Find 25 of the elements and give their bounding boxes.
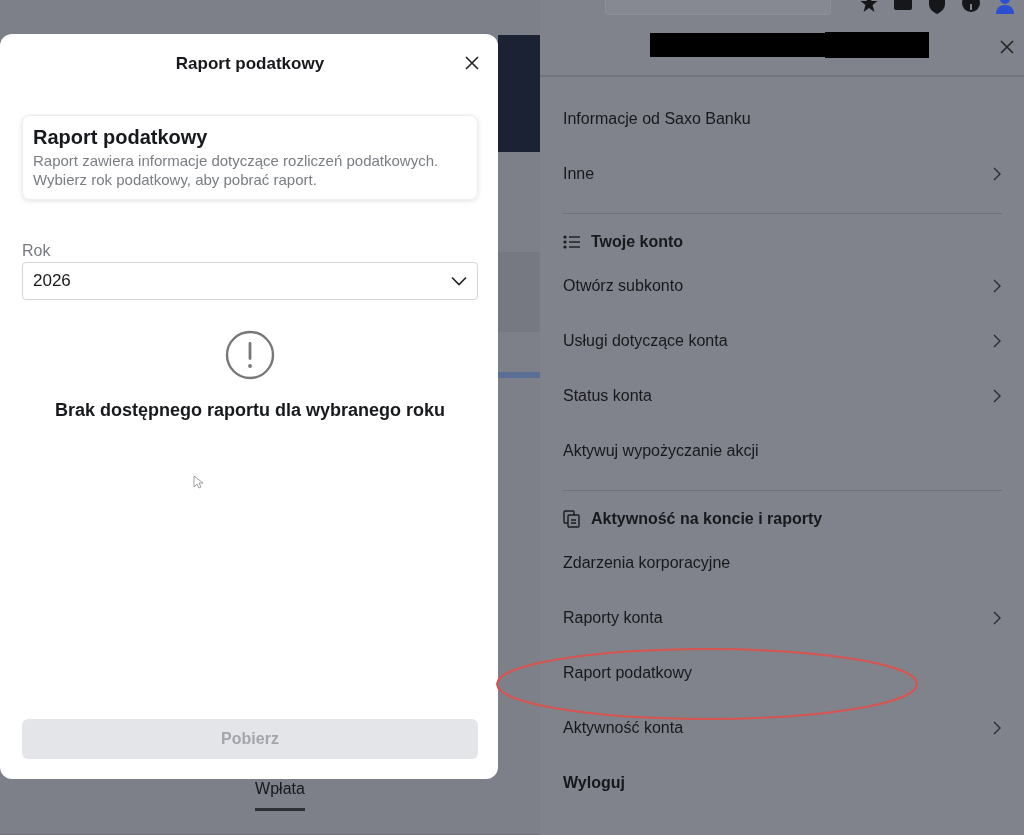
empty-message: Brak dostępnego raportu dla wybranego roku <box>53 400 447 421</box>
menu-item[interactable]: Status konta <box>563 386 652 405</box>
section-heading: Aktywność na koncie i raporty <box>591 510 823 528</box>
year-dropdown[interactable]: 2026 <box>22 262 478 300</box>
menu-item[interactable]: Raporty konta <box>563 608 663 627</box>
close-icon[interactable] <box>464 55 480 71</box>
menu-item[interactable]: Raport podatkowy <box>563 663 692 682</box>
info-text: Raport zawiera informacje dotyczące rozliczeń podatkowych. Wybierz rok podatkowy, aby pobrać raport. <box>33 151 440 189</box>
menu-item[interactable]: Informacje od Saxo Banku <box>563 109 751 128</box>
dialog-title: Raport podatkowy <box>175 54 325 74</box>
list-icon <box>563 233 581 251</box>
menu-item[interactable]: Aktywność konta <box>563 718 684 737</box>
documents-icon <box>563 510 581 528</box>
menu-item[interactable]: Otwórz subkonto <box>563 276 684 295</box>
section-heading: Twoje konto <box>591 233 684 251</box>
menu-item[interactable]: Aktywuj wypożyczanie akcji <box>563 441 759 460</box>
info-heading: Raport podatkowy <box>33 126 209 149</box>
menu-item[interactable]: Zdarzenia korporacyjne <box>563 553 731 572</box>
logout-link[interactable]: Wyloguj <box>563 773 625 792</box>
field-label: Rok <box>22 242 52 260</box>
chevron-down-icon <box>451 276 467 286</box>
menu-item[interactable]: Usługi dotyczące konta <box>563 331 728 350</box>
exclamation-icon <box>225 330 275 380</box>
cursor-icon <box>193 475 203 489</box>
menu-item[interactable]: Inne <box>563 164 595 183</box>
